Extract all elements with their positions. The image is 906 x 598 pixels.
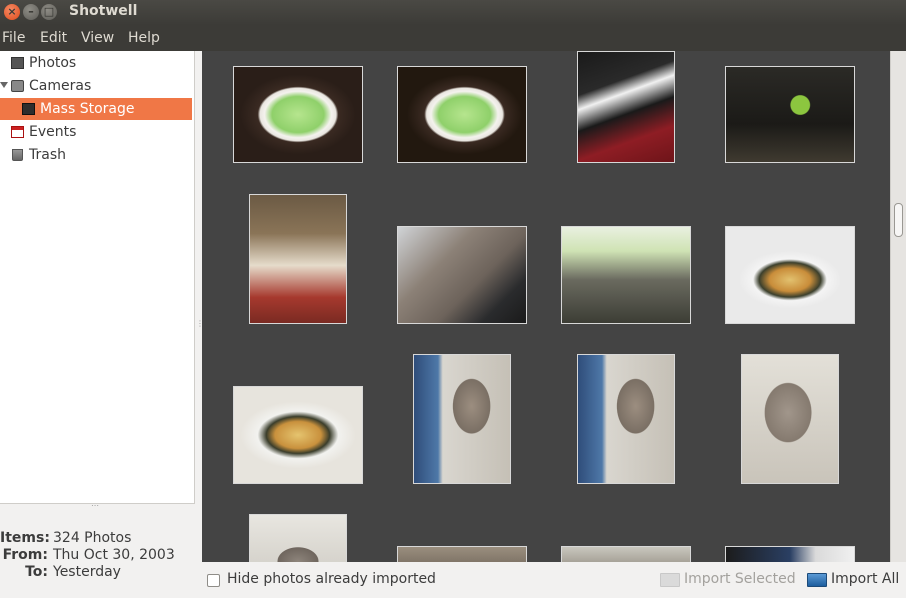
from-label: From: [2,547,48,563]
hide-imported-checkbox[interactable] [207,574,220,587]
import-selected-label: Import Selected [684,571,796,587]
import-icon [807,573,827,587]
sidebar-item-label: Events [29,124,77,140]
menu-view[interactable]: View [81,30,114,46]
title-bar: × – □ Shotwell [0,0,906,25]
sidebar-resize-handle[interactable]: ⋯ [0,501,195,511]
photo-thumbnail[interactable] [397,546,527,562]
sidebar-item-trash[interactable]: Trash [0,144,192,166]
photo-thumbnail[interactable] [577,51,675,163]
photo-thumbnail[interactable] [233,66,363,163]
scrollbar-thumb[interactable] [894,203,903,237]
sidebar-item-photos[interactable]: Photos [0,52,192,74]
events-icon [11,126,24,138]
photo-grid [202,51,890,562]
sidebar-item-events[interactable]: Events [0,121,192,143]
vertical-scrollbar[interactable] [890,51,906,562]
minimize-window-button[interactable]: – [23,4,39,20]
to-value: Yesterday [53,564,121,580]
import-all-button[interactable]: Import All [807,571,906,591]
photo-thumbnail[interactable] [577,354,675,484]
sidebar-item-label: Photos [29,55,77,71]
photo-thumbnail[interactable] [233,386,363,484]
sidebar-item-label: Trash [29,147,66,163]
camera-icon [11,80,24,92]
menu-file[interactable]: File [2,30,25,46]
window-title: Shotwell [69,3,138,19]
menu-bar: File Edit View Help [0,25,906,51]
photo-thumbnail[interactable] [725,546,855,562]
menu-edit[interactable]: Edit [40,30,67,46]
menu-help[interactable]: Help [128,30,160,46]
pane-separator[interactable]: ⋮ [195,51,204,598]
photo-thumbnail[interactable] [397,66,527,163]
photos-icon [11,57,24,69]
info-panel: Items: 324 Photos From: Thu Oct 30, 2003… [0,511,195,598]
maximize-window-button[interactable]: □ [41,4,57,20]
sidebar-item-label: Cameras [29,78,92,94]
photo-thumbnail[interactable] [725,66,855,163]
trash-icon [12,149,23,161]
photo-thumbnail[interactable] [741,354,839,484]
from-value: Thu Oct 30, 2003 [53,547,175,563]
photo-thumbnail[interactable] [561,226,691,324]
sidebar: Photos Cameras Mass Storage Camera Event… [0,51,195,503]
photo-thumbnail[interactable] [397,226,527,324]
expander-down-icon[interactable] [0,82,8,88]
photo-thumbnail[interactable] [725,226,855,324]
bottom-toolbar: Hide photos already imported Import Sele… [202,562,906,598]
import-icon [660,573,680,587]
items-value: 324 Photos [53,530,132,546]
photo-thumbnail[interactable] [413,354,511,484]
close-window-button[interactable]: × [4,4,20,20]
to-label: To: [25,564,48,580]
hide-imported-label[interactable]: Hide photos already imported [227,571,436,587]
photo-thumbnail[interactable] [249,514,347,562]
camera-device-icon [22,103,35,115]
sidebar-item-cameras[interactable]: Cameras [0,75,192,97]
sidebar-item-mass-storage-camera[interactable]: Mass Storage Camera [0,98,192,139]
items-label: Items: [0,530,50,546]
photo-thumbnail[interactable] [561,546,691,562]
import-all-label: Import All [831,571,900,587]
import-selected-button[interactable]: Import Selected [660,571,796,591]
photo-thumbnail[interactable] [249,194,347,324]
